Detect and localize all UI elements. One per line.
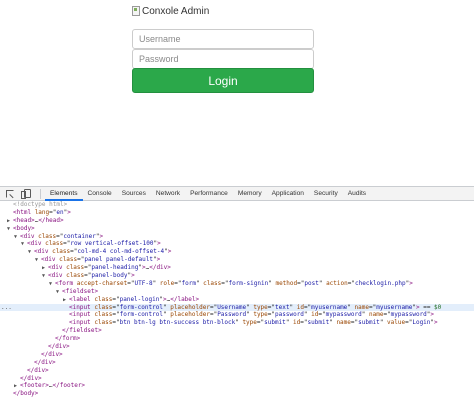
username-input[interactable] (132, 29, 314, 49)
device-icon (20, 189, 31, 199)
dom-node-code: <html lang="en"> (13, 208, 71, 216)
dom-node[interactable]: <!doctype html> (0, 201, 474, 209)
tab-memory[interactable]: Memory (233, 187, 267, 201)
rendered-page: Conxole Admin Login (0, 0, 474, 186)
dom-node[interactable]: ▼ <div class="container"> (0, 233, 474, 241)
tab-application[interactable]: Application (267, 187, 309, 201)
dom-node[interactable]: </div> (0, 351, 474, 359)
dom-node[interactable]: ▼ <form accept-charset="UTF-8" role="form… (0, 280, 474, 288)
dom-node-code: </body> (13, 390, 39, 398)
dom-node[interactable]: </body> (0, 390, 474, 398)
dom-node[interactable]: </fieldset> (0, 327, 474, 335)
dom-node-code: <footer>…</footer> (20, 382, 86, 390)
dom-node[interactable]: </div> (0, 359, 474, 367)
inspect-icon (6, 189, 14, 198)
toolbar-divider (40, 188, 41, 199)
broken-image-icon (132, 6, 140, 16)
dom-node-selected[interactable]: ... <input class="form-control" placehol… (0, 303, 474, 312)
login-button[interactable]: Login (132, 68, 314, 93)
dom-node[interactable]: </div> (0, 343, 474, 351)
devtools-toolbar: Elements Console Sources Network Performance… (0, 187, 474, 201)
dom-node-code: <div class="panel-heading">…</div> (48, 264, 171, 272)
tab-security[interactable]: Security (309, 187, 343, 201)
dom-node-code: <div class="row vertical-offset-100"> (27, 240, 161, 248)
dom-node-code: <input class="form-control" placeholder=… (69, 303, 442, 311)
tab-performance[interactable]: Performance (185, 187, 233, 201)
dom-node-code: <input class="btn btn-lg btn-success btn… (69, 319, 438, 327)
dom-node-code: </div> (48, 343, 70, 351)
logo-alt-text: Conxole Admin (142, 5, 210, 17)
dom-node[interactable]: ▶ <footer>…</footer> (0, 382, 474, 390)
dom-node[interactable]: ▼ <div class="panel panel-default"> (0, 256, 474, 264)
dom-node-code: <label class="panel-login">…</label> (69, 295, 200, 303)
tab-audits[interactable]: Audits (343, 187, 371, 201)
inspect-element-button[interactable] (3, 187, 17, 200)
dom-node-code: <!doctype html> (13, 201, 68, 208)
dom-node-code: <fieldset> (62, 287, 99, 295)
ellipsis-icon[interactable]: ... (1, 304, 12, 312)
dom-node[interactable]: <input class="btn btn-lg btn-success btn… (0, 319, 474, 327)
dom-node[interactable]: <html lang="en"> (0, 209, 474, 217)
devtools-tabs: Elements Console Sources Network Performance… (45, 187, 371, 201)
dom-node[interactable]: ▼ <div class="panel-body"> (0, 272, 474, 280)
dom-node-code: <input class="form-control" placeholder=… (69, 311, 435, 319)
dom-node-code: </div> (20, 374, 42, 382)
device-toolbar-button[interactable] (20, 187, 34, 200)
dom-node[interactable]: ▼ <fieldset> (0, 288, 474, 296)
dom-node-code: <form accept-charset="UTF-8" role="form"… (55, 279, 413, 287)
tab-network[interactable]: Network (151, 187, 185, 201)
devtools-panel: Elements Console Sources Network Performance… (0, 186, 474, 412)
dom-node-code: </div> (34, 358, 56, 366)
dom-node[interactable]: ▼ <body> (0, 225, 474, 233)
password-input[interactable] (132, 49, 314, 69)
tab-elements[interactable]: Elements (45, 187, 83, 201)
logo: Conxole Admin (132, 4, 209, 18)
dom-node[interactable]: </form> (0, 335, 474, 343)
dom-node[interactable]: </div> (0, 375, 474, 383)
dom-node-code: <div class="container"> (20, 232, 104, 240)
dom-node[interactable]: ▶ <label class="panel-login">…</label> (0, 296, 474, 304)
dom-node-code: </fieldset> (62, 327, 102, 335)
dom-node-code: <head>…</head> (13, 216, 64, 224)
dom-node-code: <div class="col-md-4 col-md-offset-4"> (34, 248, 172, 256)
dom-node[interactable]: ▶ <div class="panel-heading">…</div> (0, 264, 474, 272)
dom-node-code: <body> (13, 224, 35, 232)
dom-node[interactable]: </div> (0, 367, 474, 375)
elements-tree: <!doctype html> <html lang="en"> ▶ <head>…… (0, 201, 474, 398)
dom-node-code: <div class="panel-body"> (48, 272, 135, 280)
dom-node[interactable]: ▶ <head>…</head> (0, 217, 474, 225)
tab-sources[interactable]: Sources (117, 187, 151, 201)
dom-node-code: </form> (55, 335, 81, 343)
dom-node-code: </div> (27, 366, 49, 374)
dom-node[interactable]: ▼ <div class="row vertical-offset-100"> (0, 240, 474, 248)
dom-node[interactable]: <input class="form-control" placeholder=… (0, 311, 474, 319)
dom-node-code: <div class="panel panel-default"> (41, 256, 161, 264)
dom-node[interactable]: ▼ <div class="col-md-4 col-md-offset-4"> (0, 248, 474, 256)
dom-node-code: </div> (41, 350, 63, 358)
tab-console[interactable]: Console (83, 187, 117, 201)
